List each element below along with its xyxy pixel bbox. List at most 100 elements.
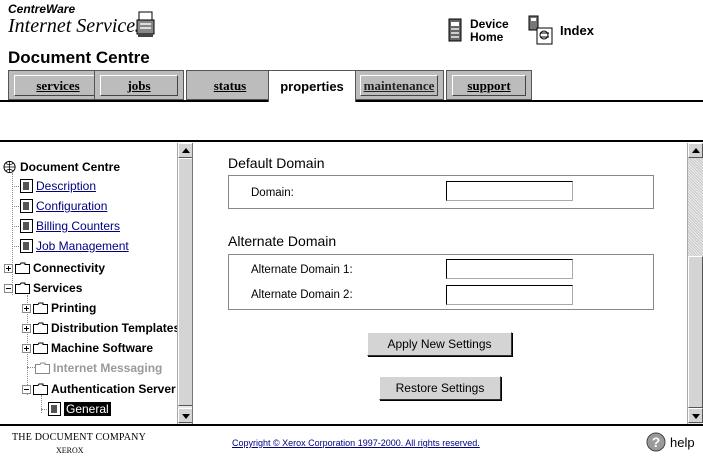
alternate-domain-2-input[interactable] (446, 285, 573, 305)
svg-text:?: ? (652, 434, 661, 450)
tree-scrollbar[interactable] (177, 143, 192, 424)
folder-open-icon (15, 282, 30, 294)
printer-icon (136, 11, 155, 37)
arrow-down-icon (182, 414, 190, 419)
tab-properties-label: properties (280, 79, 344, 94)
tree-connector (27, 367, 35, 368)
tab-maintenance-label: maintenance (363, 77, 435, 93)
scroll-thumb[interactable] (178, 158, 192, 406)
tab-status[interactable]: status (186, 70, 274, 100)
tree-item-label: Job Management (36, 239, 129, 253)
tree-root[interactable]: Document Centre (3, 157, 120, 177)
tree-item-description[interactable]: Description (20, 176, 96, 196)
expand-icon[interactable] (4, 263, 13, 273)
alternate-domain-1-label: Alternate Domain 1: (251, 264, 353, 276)
device-icon (448, 18, 462, 42)
scroll-track[interactable] (688, 158, 703, 256)
tree-item-distribution-templates[interactable]: Distribution Templates (22, 318, 180, 338)
document-icon (20, 199, 33, 213)
scroll-down-button[interactable] (178, 408, 192, 423)
arrow-up-icon (692, 148, 700, 153)
help-icon: ? (646, 432, 666, 452)
device-home-link[interactable]: Device Home (446, 18, 509, 44)
help-label: help (670, 434, 695, 450)
document-icon (20, 179, 33, 193)
toolbar-divider (0, 140, 703, 142)
tab-services-label: services (36, 77, 80, 93)
scroll-thumb[interactable] (688, 256, 703, 408)
tree-item-label: Connectivity (33, 261, 106, 275)
tab-support[interactable]: support (446, 70, 532, 100)
index-icon (528, 15, 553, 45)
arrow-down-icon (692, 414, 700, 419)
globe-icon (3, 160, 16, 174)
tab-properties[interactable]: properties (268, 70, 356, 102)
tree-item-label: Authentication Server (51, 382, 176, 396)
apply-settings-button[interactable]: Apply New Settings (367, 332, 512, 356)
tree-item-label: Description (36, 179, 97, 193)
document-icon (20, 239, 33, 253)
scroll-down-button[interactable] (688, 408, 703, 423)
tree-item-label: Configuration (36, 199, 108, 213)
collapse-icon[interactable] (22, 384, 31, 394)
navigation-tree: Document Centre Description Configuratio… (0, 143, 193, 424)
tree-item-general[interactable]: General (48, 399, 111, 419)
settings-panel: Default Domain Domain: Alternate Domain … (194, 143, 703, 424)
index-link[interactable]: Index (528, 14, 594, 46)
tree-item-label: Billing Counters (36, 219, 121, 233)
scroll-up-button[interactable] (688, 143, 703, 158)
tree-item-configuration[interactable]: Configuration (20, 196, 107, 216)
tree-item-job-management[interactable]: Job Management (20, 236, 129, 256)
folder-icon (33, 342, 48, 354)
tree-item-services[interactable]: Services (4, 278, 82, 298)
tree-item-billing-counters[interactable]: Billing Counters (20, 216, 120, 236)
expand-icon[interactable] (22, 343, 31, 353)
folder-icon (33, 322, 48, 334)
tree-root-label: Document Centre (20, 160, 121, 174)
tab-jobs-label: jobs (127, 77, 151, 93)
help-link[interactable]: ? help (646, 432, 695, 452)
company-logo: XEROX (56, 446, 84, 455)
domain-label: Domain: (251, 187, 294, 199)
page-title: Document Centre (8, 48, 150, 67)
tree-item-internet-messaging: Internet Messaging (35, 358, 162, 378)
alternate-domain-group: Alternate Domain 1: Alternate Domain 2: (228, 254, 654, 310)
alternate-domain-1-input[interactable] (446, 259, 573, 279)
document-icon (48, 402, 61, 416)
tab-jobs[interactable]: jobs (94, 70, 184, 100)
default-domain-heading: Default Domain (228, 155, 325, 171)
tree-item-machine-software[interactable]: Machine Software (22, 338, 153, 358)
alternate-domain-2-label: Alternate Domain 2: (251, 289, 353, 301)
document-icon (20, 219, 33, 233)
content-scrollbar[interactable] (687, 143, 703, 424)
tab-status-label: status (213, 77, 247, 93)
tree-item-label-selected: General (64, 402, 111, 416)
tree-item-label: Internet Messaging (53, 361, 163, 375)
tab-maintenance[interactable]: maintenance (354, 70, 444, 100)
expand-icon[interactable] (22, 323, 31, 333)
footer-divider (0, 424, 703, 426)
default-domain-group: Domain: (228, 175, 654, 209)
folder-open-icon (33, 383, 48, 395)
scroll-up-button[interactable] (178, 143, 192, 158)
restore-settings-button[interactable]: Restore Settings (379, 376, 501, 400)
copyright-link[interactable]: Copyright © Xerox Corporation 1997-2000.… (232, 438, 480, 448)
company-tagline: THE DOCUMENT COMPANY (12, 432, 147, 443)
tree-item-printing[interactable]: Printing (22, 298, 96, 318)
tree-item-label: Distribution Templates (51, 321, 181, 335)
device-home-label-line2: Home (470, 30, 504, 44)
tree-item-label: Printing (51, 301, 97, 315)
brand-product-line: Internet Services (8, 15, 143, 37)
tree-item-authentication-server[interactable]: Authentication Server (22, 379, 176, 399)
expand-icon[interactable] (22, 303, 31, 313)
tab-bar: services jobs status properties maintena… (0, 70, 703, 102)
tree-item-connectivity[interactable]: Connectivity (4, 258, 105, 278)
collapse-icon[interactable] (4, 283, 13, 293)
tab-support-label: support (467, 77, 511, 93)
tab-services[interactable]: services (8, 70, 108, 100)
tree-item-label: Machine Software (51, 341, 154, 355)
domain-input[interactable] (446, 181, 573, 201)
index-label: Index (560, 22, 594, 38)
folder-icon (35, 362, 50, 374)
tree-item-label: Services (33, 281, 83, 295)
